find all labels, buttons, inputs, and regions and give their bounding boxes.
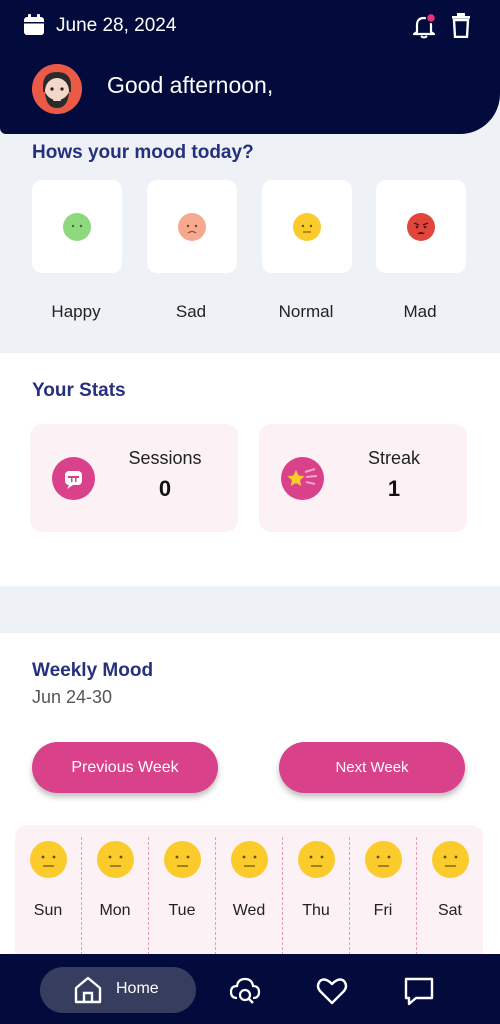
mood-title: Hows your mood today? bbox=[32, 142, 254, 163]
chat-icon[interactable] bbox=[402, 974, 436, 1008]
neutral-face-icon bbox=[298, 841, 335, 878]
avatar[interactable] bbox=[32, 64, 82, 114]
stat-card-streak[interactable]: Streak 1 bbox=[259, 424, 467, 532]
bearded-man-avatar-icon bbox=[32, 64, 82, 114]
mood-card-normal[interactable] bbox=[262, 180, 352, 273]
neutral-face-icon bbox=[293, 213, 321, 241]
day-label: Sun bbox=[33, 902, 63, 919]
mood-card-sad[interactable] bbox=[147, 180, 237, 273]
mood-card-happy[interactable] bbox=[32, 180, 122, 273]
neutral-face-icon bbox=[164, 841, 201, 878]
mood-label-normal: Normal bbox=[278, 302, 334, 321]
sad-face-icon bbox=[178, 213, 206, 241]
nav-home-label: Home bbox=[116, 980, 159, 997]
day-thu[interactable]: Thu bbox=[283, 825, 349, 965]
day-label: Fri bbox=[373, 902, 393, 919]
neutral-face-icon bbox=[231, 841, 268, 878]
delete-icon[interactable] bbox=[450, 12, 472, 38]
neutral-face-icon bbox=[30, 841, 67, 878]
header: June 28, 2024 Good afternoon, bbox=[0, 0, 500, 134]
cloud-search-icon[interactable] bbox=[228, 974, 262, 1008]
nav-home-button[interactable]: Home bbox=[40, 967, 196, 1013]
mood-label-happy: Happy bbox=[51, 302, 101, 321]
day-tue[interactable]: Tue bbox=[149, 825, 215, 965]
day-label: Sat bbox=[437, 902, 462, 919]
current-date: June 28, 2024 bbox=[56, 15, 177, 36]
weekly-range: Jun 24-30 bbox=[32, 687, 113, 707]
neutral-face-icon bbox=[432, 841, 469, 878]
day-label: Tue bbox=[168, 902, 196, 919]
shooting-star-icon bbox=[281, 457, 324, 500]
previous-week-button[interactable]: Previous Week bbox=[32, 742, 218, 793]
day-label: Thu bbox=[302, 902, 330, 919]
stats-title: Your Stats bbox=[32, 380, 126, 401]
stat-label-streak: Streak bbox=[367, 448, 421, 468]
calendar-icon[interactable] bbox=[23, 14, 45, 36]
day-wed[interactable]: Wed bbox=[216, 825, 282, 965]
mood-card-mad[interactable] bbox=[376, 180, 466, 273]
angry-face-icon bbox=[407, 213, 435, 241]
day-sat[interactable]: Sat bbox=[417, 825, 483, 965]
notification-bell-icon[interactable] bbox=[411, 12, 439, 40]
heart-icon[interactable] bbox=[315, 974, 349, 1008]
stat-label-sessions: Sessions bbox=[128, 448, 202, 468]
day-label: Mon bbox=[99, 902, 131, 919]
greeting: Good afternoon, bbox=[107, 72, 274, 98]
weekly-title: Weekly Mood bbox=[32, 660, 154, 681]
neutral-face-icon bbox=[97, 841, 134, 878]
bottom-nav: Home bbox=[0, 954, 500, 1024]
stat-card-sessions[interactable]: Sessions 0 bbox=[30, 424, 238, 532]
mood-label-sad: Sad bbox=[175, 302, 207, 321]
stat-value-sessions: 0 bbox=[158, 476, 172, 501]
neutral-face-icon bbox=[365, 841, 402, 878]
day-sun[interactable]: Sun bbox=[15, 825, 81, 965]
chat-bubble-icon bbox=[52, 457, 95, 500]
week-strip: Sun Mon Tue Wed Thu Fri Sat bbox=[15, 825, 483, 965]
day-fri[interactable]: Fri bbox=[350, 825, 416, 965]
stat-value-streak: 1 bbox=[387, 476, 401, 501]
home-icon bbox=[74, 976, 102, 1004]
day-mon[interactable]: Mon bbox=[82, 825, 148, 965]
next-week-button[interactable]: Next Week bbox=[279, 742, 465, 793]
happy-face-icon bbox=[63, 213, 91, 241]
day-label: Wed bbox=[232, 902, 266, 919]
mood-label-mad: Mad bbox=[403, 302, 437, 321]
